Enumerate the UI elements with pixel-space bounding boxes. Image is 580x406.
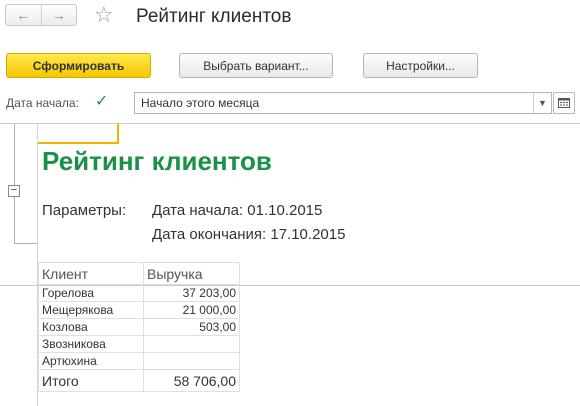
table-row: Звозникова — [38, 335, 240, 353]
checkmark-icon: ✓ — [95, 93, 109, 110]
calendar-icon — [558, 98, 570, 108]
column-header-client[interactable]: Клиент — [38, 262, 144, 285]
group-bracket-line — [14, 124, 15, 186]
table-row: Горелова 37 203,00 — [38, 284, 240, 302]
client-cell[interactable]: Артюхина — [38, 352, 144, 370]
back-button[interactable]: ← — [6, 5, 42, 25]
total-value[interactable]: 58 706,00 — [143, 369, 240, 392]
navigation-buttons: ← → — [5, 4, 77, 26]
dropdown-arrow-icon[interactable]: ▼ — [533, 93, 551, 113]
table-header-row: Клиент Выручка — [38, 262, 240, 285]
revenue-cell[interactable]: 503,00 — [143, 318, 240, 336]
arrow-left-icon: ← — [16, 7, 31, 23]
revenue-cell[interactable]: 21 000,00 — [143, 301, 240, 319]
start-date-label: Дата начала: — [6, 96, 79, 110]
star-icon[interactable]: ☆ — [94, 3, 114, 27]
revenue-cell[interactable]: 37 203,00 — [143, 284, 240, 302]
group-bracket-line — [14, 196, 15, 243]
generate-button[interactable]: Сформировать — [6, 53, 151, 78]
table-row: Мещерякова 21 000,00 — [38, 301, 240, 319]
start-date-value: Начало этого месяца — [141, 96, 260, 110]
client-cell[interactable]: Горелова — [38, 284, 144, 302]
report-table: Клиент Выручка Горелова 37 203,00 Мещеря… — [38, 262, 240, 392]
group-bracket-line — [14, 243, 37, 244]
revenue-cell[interactable] — [143, 335, 240, 353]
total-row: Итого 58 706,00 — [38, 369, 240, 392]
table-row: Козлова 503,00 — [38, 318, 240, 336]
client-cell[interactable]: Козлова — [38, 318, 144, 336]
report-param-start: Дата начала: 01.10.2015 — [152, 202, 323, 219]
collapse-group-icon[interactable]: − — [8, 185, 20, 197]
settings-button[interactable]: Настройки... — [363, 53, 478, 78]
forward-button[interactable]: → — [42, 5, 77, 25]
report-title: Рейтинг клиентов — [42, 146, 272, 176]
select-variant-button[interactable]: Выбрать вариант... — [179, 53, 333, 78]
client-cell[interactable]: Мещерякова — [38, 301, 144, 319]
window-title: Рейтинг клиентов — [136, 6, 292, 27]
selected-cell[interactable] — [38, 124, 119, 144]
calendar-button[interactable] — [553, 92, 575, 114]
table-row: Артюхина — [38, 352, 240, 370]
total-label[interactable]: Итого — [38, 369, 144, 392]
report-params-label: Параметры: — [42, 202, 127, 219]
start-date-select[interactable]: Начало этого месяца ▼ — [134, 92, 552, 114]
report-param-end: Дата окончания: 17.10.2015 — [152, 226, 346, 243]
client-cell[interactable]: Звозникова — [38, 335, 144, 353]
start-date-checkbox[interactable]: ✓ — [95, 94, 111, 110]
arrow-right-icon: → — [51, 7, 66, 23]
revenue-cell[interactable] — [143, 352, 240, 370]
column-header-revenue[interactable]: Выручка — [143, 262, 240, 285]
